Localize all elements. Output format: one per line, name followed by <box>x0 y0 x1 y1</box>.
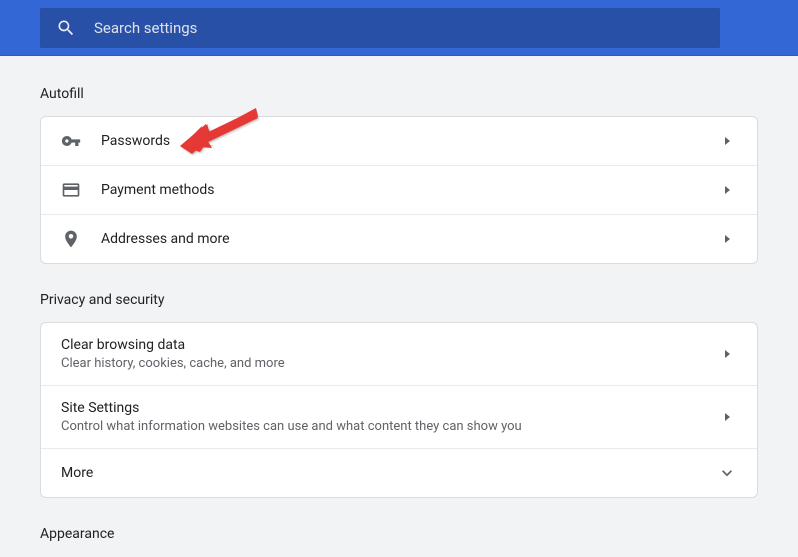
chevron-right-icon <box>717 131 737 151</box>
chevron-right-icon <box>717 407 737 427</box>
search-settings-input[interactable]: Search settings <box>40 8 720 48</box>
location-icon <box>61 229 81 249</box>
privacy-card: Clear browsing data Clear history, cooki… <box>40 322 758 498</box>
site-settings-sub: Control what information websites can us… <box>61 419 717 434</box>
autofill-card: Passwords Payment methods Addresses and … <box>40 116 758 264</box>
site-settings-label: Site Settings <box>61 400 717 416</box>
credit-card-icon <box>61 180 81 200</box>
section-title-privacy: Privacy and security <box>40 292 758 308</box>
search-icon <box>56 18 76 38</box>
settings-content: Autofill Passwords Payment methods Addre… <box>0 56 798 542</box>
more-row[interactable]: More <box>41 449 757 497</box>
clear-browsing-data-row[interactable]: Clear browsing data Clear history, cooki… <box>41 323 757 386</box>
more-label: More <box>61 465 717 481</box>
chevron-right-icon <box>717 229 737 249</box>
site-settings-row[interactable]: Site Settings Control what information w… <box>41 386 757 449</box>
section-title-autofill: Autofill <box>40 86 758 102</box>
addresses-label: Addresses and more <box>101 231 717 247</box>
settings-header: Search settings <box>0 0 798 56</box>
payment-label: Payment methods <box>101 182 717 198</box>
passwords-row[interactable]: Passwords <box>41 117 757 166</box>
section-title-appearance: Appearance <box>40 526 758 542</box>
search-placeholder-text: Search settings <box>94 19 197 37</box>
clear-data-label: Clear browsing data <box>61 337 717 353</box>
key-icon <box>61 131 81 151</box>
chevron-right-icon <box>717 344 737 364</box>
clear-data-sub: Clear history, cookies, cache, and more <box>61 356 717 371</box>
chevron-right-icon <box>717 180 737 200</box>
addresses-row[interactable]: Addresses and more <box>41 215 757 263</box>
chevron-down-icon <box>717 463 737 483</box>
payment-methods-row[interactable]: Payment methods <box>41 166 757 215</box>
passwords-label: Passwords <box>101 133 717 149</box>
